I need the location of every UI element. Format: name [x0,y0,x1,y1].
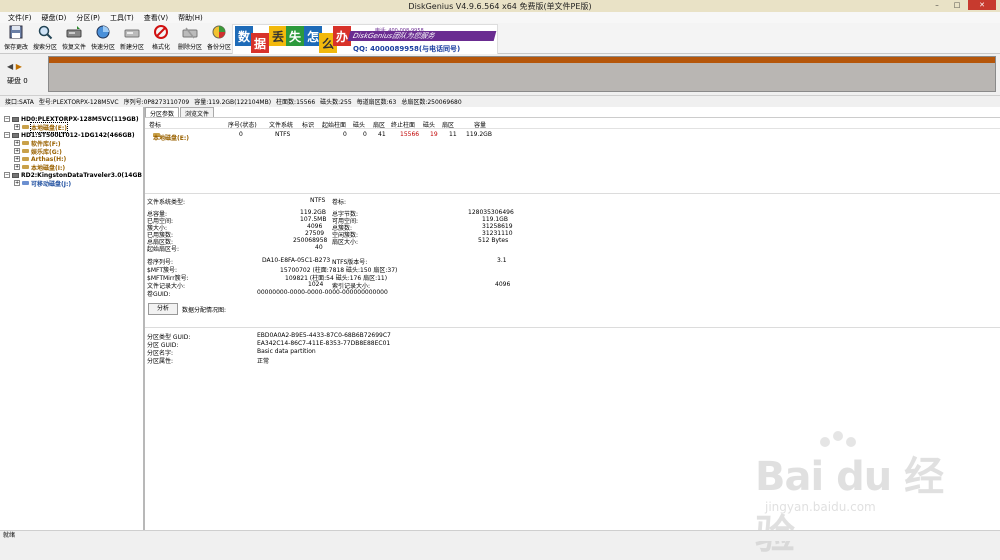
baidu-watermark: Bai du 经验 jingyan.baidu.com [755,430,965,558]
info-serial: 序列号:0P8273110709 [123,99,190,106]
window-title: DiskGenius V4.9.6.564 x64 免费版(单文件PE版) [408,2,592,11]
info-heads: 磁头数:255 [320,99,352,106]
disk-label: 硬盘 0 [7,77,28,85]
info-total-sectors: 总扇区数:250069680 [401,99,462,106]
menu-file[interactable]: 文件(F) [3,13,37,23]
backup-partition-button[interactable]: 备份分区 [206,24,232,52]
info-capacity: 容量:119.2GB(122104MB) [194,99,272,106]
banner-char: 丢 [269,26,287,46]
prev-disk-icon[interactable]: ◀ [7,62,13,71]
banner-char: 据 [251,33,269,53]
disk-tree: − HD0:PLEXTORPX-128M5VC(119GB) + 本地磁盘(E:… [0,107,145,530]
next-disk-icon[interactable]: ▶ [16,62,22,71]
ad-banner[interactable]: 数 据 丢 失 怎 么 办 电话: 400-008-9958 DiskGeniu… [232,24,498,55]
partition-icon [22,125,29,129]
banner-char: 失 [286,26,304,46]
partition-table: 卷标 序号(状态) 文件系统 标识 起始柱面 磁头 扇区 终止柱面 磁头 扇区 … [145,117,1000,142]
tree-disk-hd0[interactable]: − HD0:PLEXTORPX-128M5VC(119GB) [4,115,139,123]
expand-icon[interactable]: + [14,164,20,170]
format-icon [154,25,168,39]
disk-map-panel: ◀ ▶ 硬盘 0 [0,54,1000,94]
format-button[interactable]: 格式化 [148,24,174,52]
tab-bar: 分区参数 浏览文件 [145,107,215,118]
partition-icon [22,149,29,153]
minimize-button[interactable]: – [928,0,946,10]
usb-disk-icon [12,172,19,178]
tree-partition-e[interactable]: + 本地磁盘(E:) [14,121,68,133]
expand-icon[interactable]: + [14,124,20,130]
collapse-icon[interactable]: − [4,172,10,178]
menu-bar: 文件(F) 硬盘(D) 分区(P) 工具(T) 查看(V) 帮助(H) [0,12,1000,23]
table-header: 卷标 序号(状态) 文件系统 标识 起始柱面 磁头 扇区 终止柱面 磁头 扇区 … [145,118,1000,129]
partition-icon [22,157,29,161]
tree-disk-hd1[interactable]: − HD1:ST500LT012-1DG142(466GB) [4,131,135,139]
new-partition-icon [124,29,140,38]
expand-icon[interactable]: + [14,180,20,186]
recover-file-button[interactable]: 恢复文件 [61,24,87,52]
menu-help[interactable]: 帮助(H) [173,13,208,23]
tree-disk-rd2[interactable]: − RD2:KingstonDataTraveler3.0(14GB [4,171,142,179]
menu-tools[interactable]: 工具(T) [105,13,139,23]
info-model: 型号:PLEXTORPX-128M5VC [38,99,119,106]
banner-brand: DiskGenius团队为您服务 [347,31,497,41]
menu-view[interactable]: 查看(V) [139,13,173,23]
data-allocation-label: 数据分配情况图: [182,307,227,314]
tab-browse-files[interactable]: 浏览文件 [180,107,215,118]
table-row[interactable]: 本地磁盘(E:) 0 NTFS 0 0 41 15566 19 11 119.2… [145,129,1000,142]
collapse-icon[interactable]: − [4,132,10,138]
removable-disk-icon [22,181,29,185]
menu-partition[interactable]: 分区(P) [71,13,105,23]
new-partition-button[interactable]: 新建分区 [119,24,145,52]
expand-icon[interactable]: + [14,140,20,146]
status-bar: 就绪 [0,530,1000,541]
disk-nav-arrows: ◀ ▶ [7,62,22,71]
delete-partition-button[interactable]: 删除分区 [177,24,203,52]
partition-segment [49,57,995,63]
divider [145,327,1000,328]
info-interface: 接口:SATA [5,99,34,106]
disk-icon [12,116,19,122]
backup-partition-icon [212,25,226,39]
save-icon [9,25,23,39]
collapse-icon[interactable]: − [4,116,10,122]
close-button[interactable]: ✕ [968,0,996,10]
disk-partition-bar[interactable] [48,56,996,92]
window-controls: – □ ✕ [928,0,996,10]
toolbar: 保存更改 搜索分区 恢复文件 快速分区 新建分区 格式化 删除分区 备份分区 [0,23,1000,54]
info-cylinders: 柱面数:15566 [276,99,316,106]
partition-icon [22,165,29,169]
tab-partition-params[interactable]: 分区参数 [145,107,180,118]
partition-icon [22,141,29,145]
quick-partition-button[interactable]: 快速分区 [90,24,116,52]
tree-partition-g[interactable]: + 娱乐库(G:) [14,147,62,156]
quick-partition-icon [96,25,110,39]
search-partition-icon [38,25,53,40]
tree-partition-i[interactable]: + 本地磁盘(I:) [14,163,65,172]
menu-disk[interactable]: 硬盘(D) [37,13,72,23]
delete-partition-icon [182,27,198,39]
watermark-sub: jingyan.baidu.com [765,500,876,514]
divider [145,193,1000,194]
info-sectors: 每道扇区数:63 [356,99,397,106]
expand-icon[interactable]: + [14,156,20,162]
search-partition-button[interactable]: 搜索分区 [32,24,58,52]
tree-partition-j[interactable]: + 可移动磁盘(J:) [14,179,71,188]
analyze-button[interactable]: 分析 [148,303,178,315]
expand-icon[interactable]: + [14,148,20,154]
disk-icon [12,132,19,138]
maximize-button[interactable]: □ [948,0,966,10]
recover-file-icon [66,26,82,38]
save-changes-button[interactable]: 保存更改 [3,24,29,52]
banner-qq: QQ: 4000089958(与电话同号) [353,45,461,53]
